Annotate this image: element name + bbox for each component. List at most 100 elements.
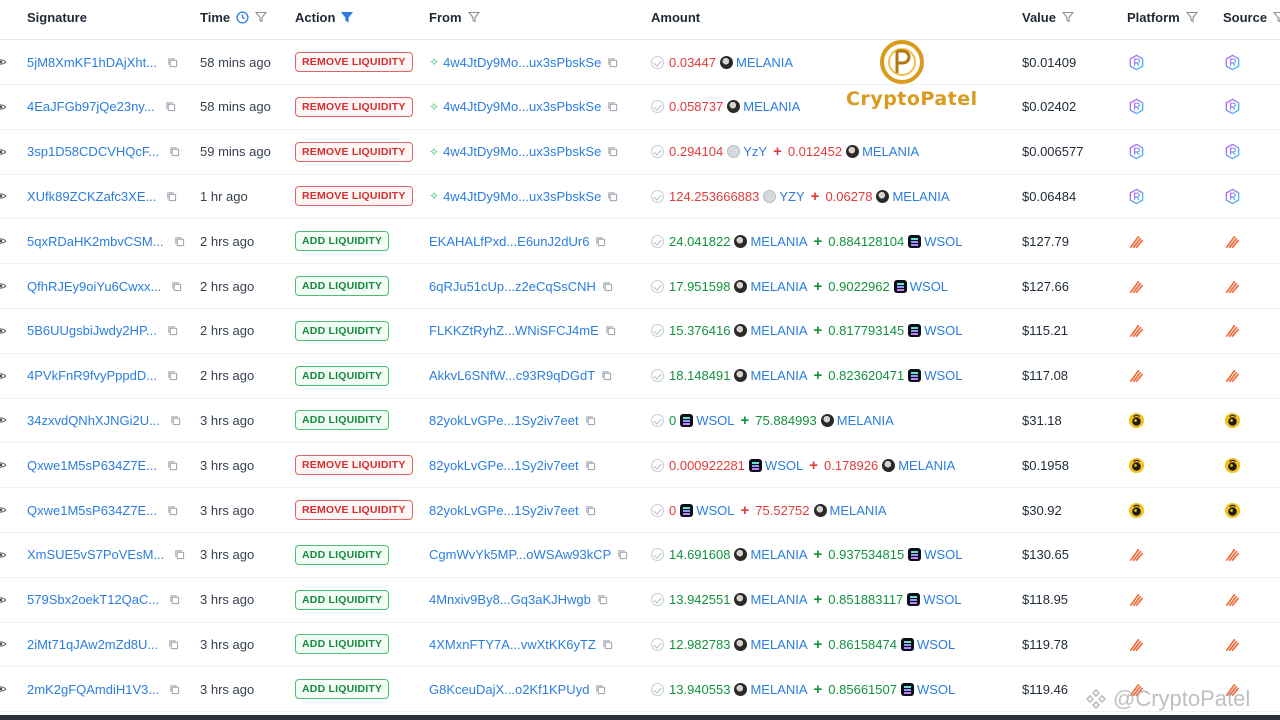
token-1-symbol[interactable]: MELANIA [736,55,793,70]
raydium-source-icon[interactable] [1224,98,1241,115]
filter-icon[interactable] [1273,11,1280,23]
copy-icon[interactable] [585,505,596,516]
copy-icon[interactable] [171,281,182,292]
raydium-source-icon[interactable] [1224,54,1241,71]
signature-link[interactable]: 34zxvdQNhXJNGi2U... [27,413,160,428]
copy-icon[interactable] [170,415,181,426]
orca-source-icon[interactable] [1224,502,1241,519]
from-address-link[interactable]: FLKKZtRyhZ...WNiSFCJ4mE [429,323,599,338]
meteora-platform-icon[interactable] [1128,546,1145,563]
copy-icon[interactable] [601,370,612,381]
copy-icon[interactable] [169,594,180,605]
token-2-symbol[interactable]: WSOL [923,592,961,607]
eye-icon[interactable] [0,683,6,695]
copy-icon[interactable] [602,281,613,292]
from-address-link[interactable]: 4w4JtDy9Mo...ux3sPbskSe [443,99,601,114]
token-1-symbol[interactable]: MELANIA [750,234,807,249]
meteora-platform-icon[interactable] [1128,367,1145,384]
token-2-symbol[interactable]: MELANIA [898,458,955,473]
token-2-symbol[interactable]: MELANIA [892,189,949,204]
signature-link[interactable]: 2iMt71qJAw2mZd8U... [27,637,158,652]
table-row[interactable]: QfhRJEy9oiYu6Cwxx... 2 hrs ago ADD LIQUIDI… [0,264,1280,309]
meteora-platform-icon[interactable] [1128,636,1145,653]
copy-icon[interactable] [167,57,178,68]
table-row[interactable]: 5jM8XmKF1hDAjXht... 58 mins ago REMOVE LIQ… [0,40,1280,85]
token-1-symbol[interactable]: YZY [779,189,804,204]
token-2-symbol[interactable]: MELANIA [862,144,919,159]
copy-icon[interactable] [607,101,618,112]
filter-icon[interactable] [1061,11,1074,23]
copy-icon[interactable] [167,505,178,516]
orca-platform-icon[interactable] [1128,502,1145,519]
table-row[interactable]: 4EaJFGb97jQe23ny... 58 mins ago REMOVE LIQ… [0,85,1280,130]
meteora-source-icon[interactable] [1224,367,1241,384]
table-row[interactable]: Qxwe1M5sP634Z7E... 3 hrs ago REMOVE LIQUID… [0,443,1280,489]
table-row[interactable]: 5qxRDaHK2mbvCSM... 2 hrs ago ADD LIQUIDITY… [0,219,1280,265]
filter-icon[interactable] [1185,11,1198,23]
eye-icon[interactable] [0,414,6,426]
token-2-symbol[interactable]: MELANIA [837,413,894,428]
signature-link[interactable]: 4PVkFnR9fvyPppdD... [27,368,157,383]
from-address-link[interactable]: 82yokLvGPe...1Sy2iv7eet [429,503,579,518]
raydium-platform-icon[interactable] [1128,188,1145,205]
meteora-platform-icon[interactable] [1128,233,1145,250]
raydium-platform-icon[interactable] [1128,54,1145,71]
signature-link[interactable]: Qxwe1M5sP634Z7E... [27,458,157,473]
filter-active-icon[interactable] [341,11,354,23]
eye-icon[interactable] [0,549,6,561]
from-address-link[interactable]: G8KceuDajX...o2Kf1KPUyd [429,682,589,697]
signature-link[interactable]: 4EaJFGb97jQe23ny... [27,99,155,114]
copy-icon[interactable] [167,370,178,381]
from-address-link[interactable]: 6qRJu51cUp...z2eCqSsCNH [429,279,596,294]
orca-source-icon[interactable] [1224,457,1241,474]
copy-icon[interactable] [605,325,616,336]
token-2-symbol[interactable]: MELANIA [830,503,887,518]
signature-link[interactable]: XUfk89ZCKZafc3XE... [27,189,156,204]
copy-icon[interactable] [174,236,185,247]
token-1-symbol[interactable]: WSOL [696,503,734,518]
table-row[interactable]: 2iMt71qJAw2mZd8U... 3 hrs ago ADD LIQUIDIT… [0,622,1280,668]
from-address-link[interactable]: 4w4JtDy9Mo...ux3sPbskSe [443,144,601,159]
table-row[interactable]: XmSUE5vS7PoVEsM... 3 hrs ago ADD LIQUIDITY… [0,533,1280,578]
table-row[interactable]: 5B6UUgsbiJwdy2HP... 2 hrs ago ADD LIQUIDIT… [0,309,1280,354]
eye-icon[interactable] [0,280,6,292]
meteora-source-icon[interactable] [1224,322,1241,339]
token-2-symbol[interactable]: WSOL [917,637,955,652]
copy-icon[interactable] [597,594,608,605]
eye-icon[interactable] [0,190,6,202]
eye-icon[interactable] [0,638,6,650]
signature-link[interactable]: 2mK2gFQAmdiH1V3... [27,682,159,697]
token-1-symbol[interactable]: MELANIA [750,637,807,652]
copy-icon[interactable] [585,460,596,471]
eye-icon[interactable] [0,594,6,606]
signature-link[interactable]: 5qxRDaHK2mbvCSM... [27,234,164,249]
from-address-link[interactable]: CgmWvYk5MP...oWSAw93kCP [429,547,611,562]
signature-link[interactable]: 5jM8XmKF1hDAjXht... [27,55,157,70]
raydium-source-icon[interactable] [1224,188,1241,205]
token-2-symbol[interactable]: WSOL [917,682,955,697]
copy-icon[interactable] [607,146,618,157]
eye-icon[interactable] [0,325,6,337]
token-1-symbol[interactable]: MELANIA [750,368,807,383]
meteora-platform-icon[interactable] [1128,322,1145,339]
token-2-symbol[interactable]: WSOL [924,323,962,338]
copy-icon[interactable] [165,101,176,112]
token-1-symbol[interactable]: WSOL [696,413,734,428]
eye-icon[interactable] [0,459,6,471]
copy-icon[interactable] [607,57,618,68]
table-row[interactable]: 3sp1D58CDCVHQcF... 59 mins ago REMOVE LIQU… [0,130,1280,175]
orca-platform-icon[interactable] [1128,412,1145,429]
copy-icon[interactable] [168,639,179,650]
from-address-link[interactable]: 82yokLvGPe...1Sy2iv7eet [429,458,579,473]
token-1-symbol[interactable]: MELANIA [750,547,807,562]
from-address-link[interactable]: 4Mnxiv9By8...Gq3aKJHwgb [429,592,591,607]
copy-icon[interactable] [166,191,177,202]
signature-link[interactable]: XmSUE5vS7PoVEsM... [27,547,164,562]
raydium-source-icon[interactable] [1224,143,1241,160]
copy-icon[interactable] [169,684,180,695]
table-row[interactable]: 579Sbx2oekT12QaC... 3 hrs ago ADD LIQUIDIT… [0,578,1280,623]
from-address-link[interactable]: 4w4JtDy9Mo...ux3sPbskSe [443,189,601,204]
eye-icon[interactable] [0,370,6,382]
eye-icon[interactable] [0,235,6,247]
eye-icon[interactable] [0,101,6,113]
